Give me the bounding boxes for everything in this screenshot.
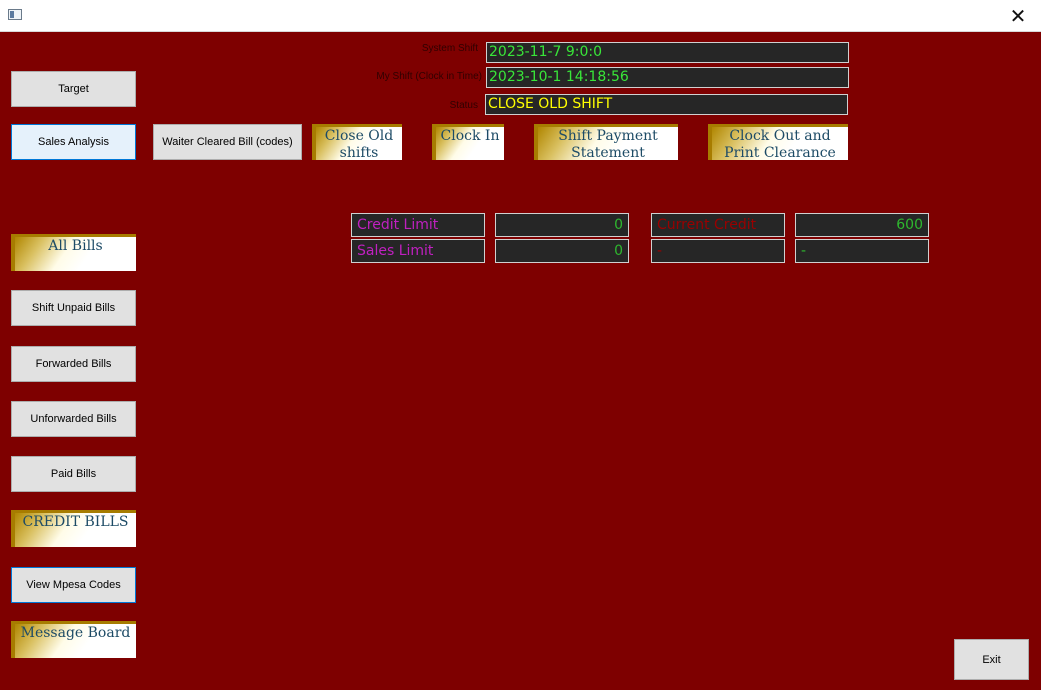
sales-limit-value: 0: [495, 239, 629, 263]
close-old-shifts-button[interactable]: Close Old shifts: [312, 124, 402, 160]
blank-value-cell: -: [795, 239, 929, 263]
sales-limit-label: Sales Limit: [351, 239, 485, 263]
my-shift-field: 2023-10-1 14:18:56: [486, 67, 849, 88]
system-shift-field: 2023-11-7 9:0:0: [486, 42, 849, 63]
view-mpesa-codes-button[interactable]: View Mpesa Codes: [11, 567, 136, 603]
status-field: CLOSE OLD SHIFT: [485, 94, 848, 115]
system-shift-label: System Shift: [421, 43, 478, 54]
waiter-cleared-bill-button[interactable]: Waiter Cleared Bill (codes): [153, 124, 302, 160]
paid-bills-button[interactable]: Paid Bills: [11, 456, 136, 492]
message-board-button[interactable]: Message Board: [11, 621, 136, 658]
close-icon[interactable]: ✕: [995, 0, 1041, 31]
my-shift-label: My Shift (Clock in Time): [376, 71, 482, 82]
current-credit-value: 600: [795, 213, 929, 237]
all-bills-button[interactable]: All Bills: [11, 234, 136, 271]
shift-payment-statement-button[interactable]: Shift Payment Statement: [534, 124, 678, 160]
clock-out-print-clearance-button[interactable]: Clock Out and Print Clearance Slip: [708, 124, 848, 160]
blank-label-cell: -: [651, 239, 785, 263]
forwarded-bills-button[interactable]: Forwarded Bills: [11, 346, 136, 382]
unforwarded-bills-button[interactable]: Unforwarded Bills: [11, 401, 136, 437]
title-bar: ✕: [0, 0, 1041, 32]
credit-limit-label: Credit Limit: [351, 213, 485, 237]
target-button[interactable]: Target: [11, 71, 136, 107]
credit-bills-button[interactable]: CREDIT BILLS: [11, 510, 136, 547]
sales-analysis-button[interactable]: Sales Analysis: [11, 124, 136, 160]
shift-unpaid-bills-button[interactable]: Shift Unpaid Bills: [11, 290, 136, 326]
app-window-icon: [8, 9, 22, 20]
exit-button[interactable]: Exit: [954, 639, 1029, 680]
clock-in-button[interactable]: Clock In: [432, 124, 504, 160]
credit-limit-value: 0: [495, 213, 629, 237]
status-label: Status: [449, 100, 478, 111]
current-credit-label: Current Credit: [651, 213, 785, 237]
